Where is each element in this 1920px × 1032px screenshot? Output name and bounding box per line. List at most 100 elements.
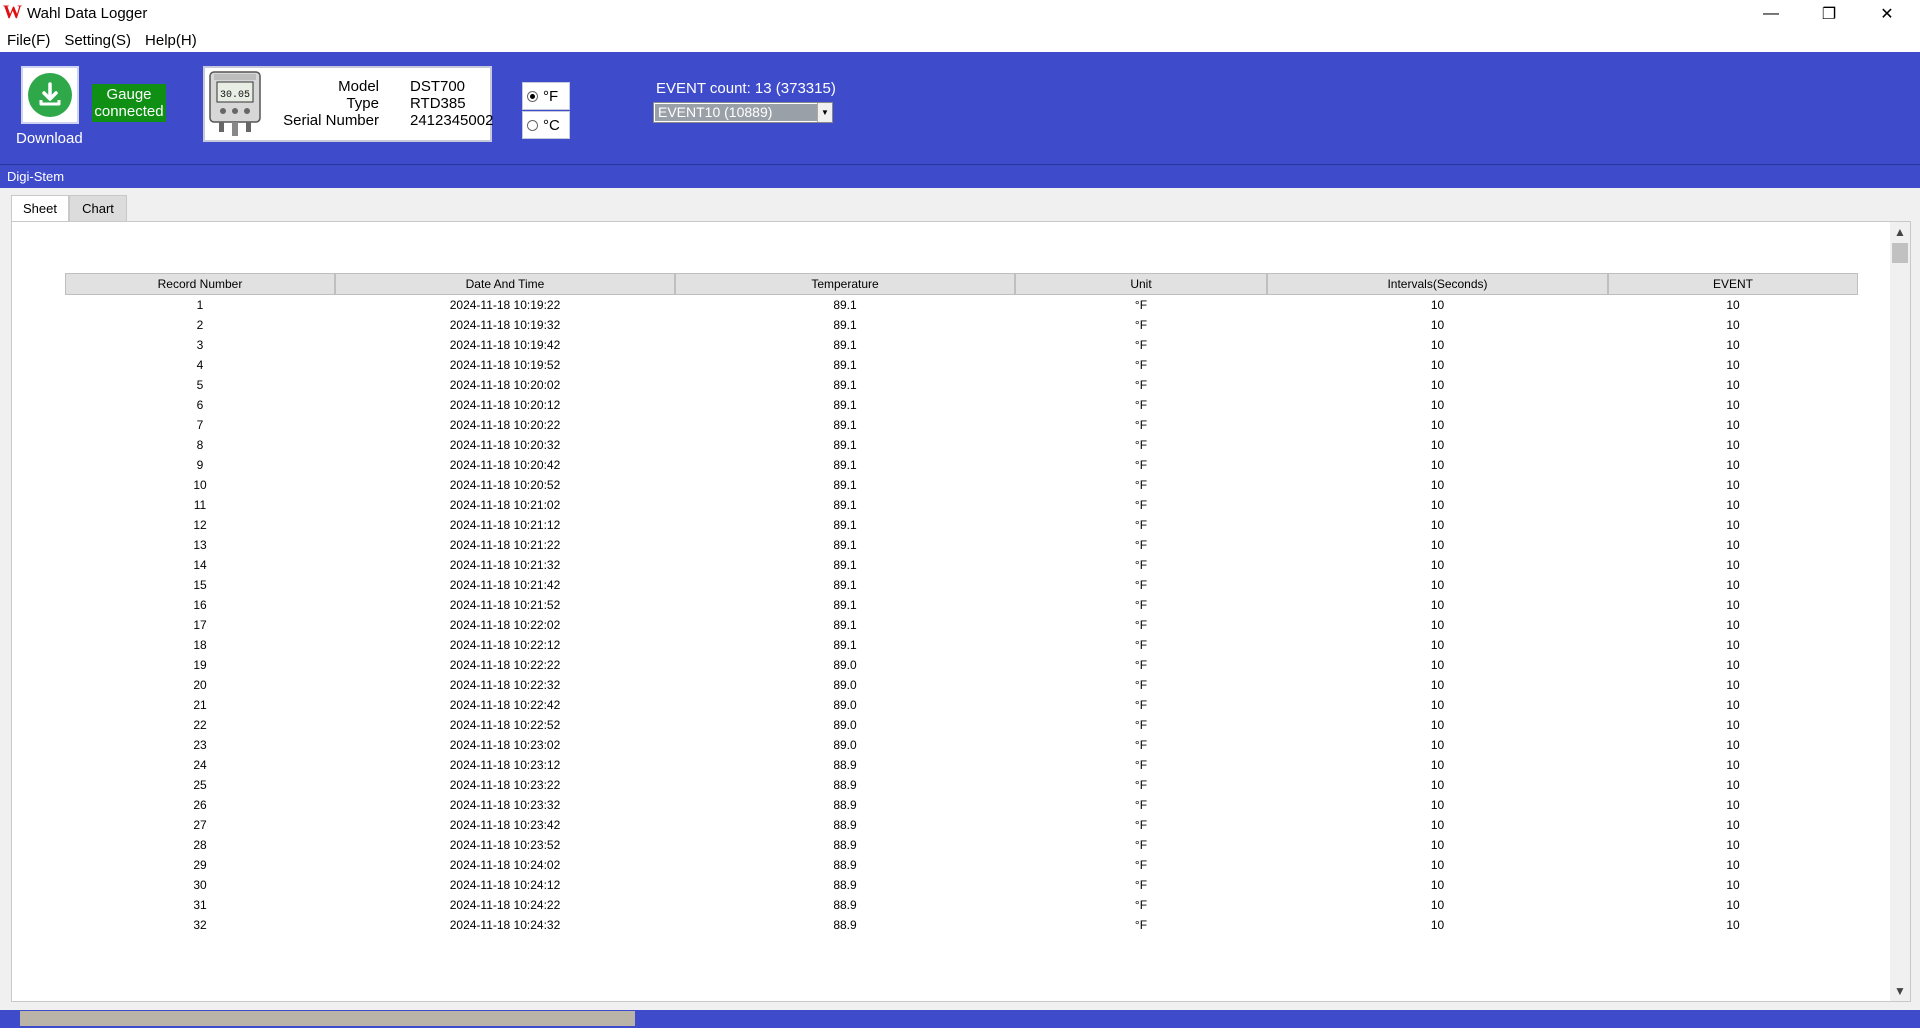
cell-event: 10 (1726, 658, 1740, 672)
table-row[interactable]: 24 2024-11-18 10:23:12 88.9 °F 10 10 (65, 755, 1858, 775)
cell-unit: °F (1134, 698, 1148, 712)
table-row[interactable]: 1 2024-11-18 10:19:22 89.1 °F 10 10 (65, 295, 1858, 315)
cell-unit: °F (1134, 378, 1148, 392)
table-row[interactable]: 14 2024-11-18 10:21:32 89.1 °F 10 10 (65, 555, 1858, 575)
table-row[interactable]: 17 2024-11-18 10:22:02 89.1 °F 10 10 (65, 615, 1858, 635)
toolbar: Download Gauge connected 30.05 Model DST… (0, 52, 1920, 165)
scroll-down-icon[interactable]: ▼ (1890, 981, 1910, 1001)
window-title: Wahl Data Logger (27, 5, 148, 22)
cell-event: 10 (1726, 718, 1740, 732)
cell-unit: °F (1134, 418, 1148, 432)
table-row[interactable]: 20 2024-11-18 10:22:32 89.0 °F 10 10 (65, 675, 1858, 695)
chevron-down-icon[interactable]: ▼ (817, 103, 832, 122)
close-button[interactable]: ✕ (1858, 0, 1916, 28)
table-row[interactable]: 22 2024-11-18 10:22:52 89.0 °F 10 10 (65, 715, 1858, 735)
cell-unit: °F (1134, 598, 1148, 612)
table-row[interactable]: 28 2024-11-18 10:23:52 88.9 °F 10 10 (65, 835, 1858, 855)
table-row[interactable]: 10 2024-11-18 10:20:52 89.1 °F 10 10 (65, 475, 1858, 495)
gauge-status-line2: connected (94, 103, 164, 120)
column-header-date-time[interactable]: Date And Time (335, 273, 675, 295)
cell-unit: °F (1134, 398, 1148, 412)
cell-interval: 10 (1430, 358, 1445, 372)
unit-fahrenheit-radio[interactable]: °F (522, 82, 570, 110)
table-row[interactable]: 18 2024-11-18 10:22:12 89.1 °F 10 10 (65, 635, 1858, 655)
cell-interval: 10 (1430, 538, 1445, 552)
table-row[interactable]: 2 2024-11-18 10:19:32 89.1 °F 10 10 (65, 315, 1858, 335)
column-header-event[interactable]: EVENT (1608, 273, 1858, 295)
minimize-button[interactable]: — (1742, 0, 1800, 28)
menu-setting[interactable]: Setting(S) (57, 28, 138, 52)
column-header-unit[interactable]: Unit (1015, 273, 1267, 295)
cell-unit: °F (1134, 898, 1148, 912)
cell-temperature: 89.1 (833, 478, 857, 492)
cell-record-number: 29 (193, 858, 207, 872)
table-row[interactable]: 3 2024-11-18 10:19:42 89.1 °F 10 10 (65, 335, 1858, 355)
download-button[interactable] (21, 66, 79, 124)
cell-interval: 10 (1430, 378, 1445, 392)
cell-temperature: 88.9 (833, 858, 857, 872)
tab-chart[interactable]: Chart (69, 195, 127, 221)
table-row[interactable]: 11 2024-11-18 10:21:02 89.1 °F 10 10 (65, 495, 1858, 515)
cell-interval: 10 (1430, 578, 1445, 592)
column-header-intervals[interactable]: Intervals(Seconds) (1267, 273, 1608, 295)
unit-fahrenheit-label: °F (543, 87, 559, 105)
table-row[interactable]: 32 2024-11-18 10:24:32 88.9 °F 10 10 (65, 915, 1858, 935)
horizontal-scrollbar[interactable] (0, 1010, 1920, 1028)
cell-interval: 10 (1430, 298, 1445, 312)
cell-record-number: 13 (193, 538, 207, 552)
cell-record-number: 24 (193, 758, 207, 772)
vertical-scrollbar[interactable]: ▲ ▼ (1890, 222, 1910, 1001)
table-row[interactable]: 12 2024-11-18 10:21:12 89.1 °F 10 10 (65, 515, 1858, 535)
cell-unit: °F (1134, 658, 1148, 672)
sheet-panel: Record Number Date And Time Temperature … (11, 221, 1911, 1002)
table-row[interactable]: 6 2024-11-18 10:20:12 89.1 °F 10 10 (65, 395, 1858, 415)
cell-date-time: 2024-11-18 10:24:02 (449, 858, 561, 872)
maximize-button[interactable]: ❐ (1800, 0, 1858, 28)
table-row[interactable]: 16 2024-11-18 10:21:52 89.1 °F 10 10 (65, 595, 1858, 615)
table-row[interactable]: 5 2024-11-18 10:20:02 89.1 °F 10 10 (65, 375, 1858, 395)
table-row[interactable]: 26 2024-11-18 10:23:32 88.9 °F 10 10 (65, 795, 1858, 815)
table-row[interactable]: 7 2024-11-18 10:20:22 89.1 °F 10 10 (65, 415, 1858, 435)
table-row[interactable]: 21 2024-11-18 10:22:42 89.0 °F 10 10 (65, 695, 1858, 715)
cell-record-number: 6 (196, 398, 204, 412)
vertical-scroll-thumb[interactable] (1892, 243, 1908, 263)
cell-record-number: 32 (193, 918, 207, 932)
horizontal-scroll-track[interactable] (12, 1011, 1912, 1026)
cell-interval: 10 (1430, 658, 1445, 672)
cell-unit: °F (1134, 298, 1148, 312)
cell-temperature: 88.9 (833, 778, 857, 792)
event-select-dropdown[interactable]: EVENT10 (10889) ▼ (653, 102, 833, 123)
table-row[interactable]: 4 2024-11-18 10:19:52 89.1 °F 10 10 (65, 355, 1858, 375)
table-row[interactable]: 9 2024-11-18 10:20:42 89.1 °F 10 10 (65, 455, 1858, 475)
column-header-temperature[interactable]: Temperature (675, 273, 1015, 295)
cell-date-time: 2024-11-18 10:20:42 (449, 458, 561, 472)
table-row[interactable]: 27 2024-11-18 10:23:42 88.9 °F 10 10 (65, 815, 1858, 835)
scroll-up-icon[interactable]: ▲ (1890, 222, 1910, 242)
event-count-text: EVENT count: 13 (373315) (656, 80, 836, 97)
cell-temperature: 89.1 (833, 518, 857, 532)
column-header-record-number[interactable]: Record Number (65, 273, 335, 295)
table-row[interactable]: 25 2024-11-18 10:23:22 88.9 °F 10 10 (65, 775, 1858, 795)
table-row[interactable]: 23 2024-11-18 10:23:02 89.0 °F 10 10 (65, 735, 1858, 755)
cell-temperature: 88.9 (833, 898, 857, 912)
cell-unit: °F (1134, 778, 1148, 792)
table-row[interactable]: 30 2024-11-18 10:24:12 88.9 °F 10 10 (65, 875, 1858, 895)
horizontal-scroll-thumb[interactable] (20, 1011, 635, 1026)
table-row[interactable]: 15 2024-11-18 10:21:42 89.1 °F 10 10 (65, 575, 1858, 595)
cell-interval: 10 (1430, 498, 1445, 512)
cell-event: 10 (1726, 698, 1740, 712)
cell-unit: °F (1134, 498, 1148, 512)
menu-file[interactable]: File(F) (0, 28, 57, 52)
cell-event: 10 (1726, 858, 1740, 872)
table-row[interactable]: 8 2024-11-18 10:20:32 89.1 °F 10 10 (65, 435, 1858, 455)
table-row[interactable]: 19 2024-11-18 10:22:22 89.0 °F 10 10 (65, 655, 1858, 675)
table-row[interactable]: 29 2024-11-18 10:24:02 88.9 °F 10 10 (65, 855, 1858, 875)
table-row[interactable]: 13 2024-11-18 10:21:22 89.1 °F 10 10 (65, 535, 1858, 555)
cell-unit: °F (1134, 858, 1148, 872)
cell-record-number: 22 (193, 718, 207, 732)
tab-sheet[interactable]: Sheet (11, 195, 69, 221)
cell-temperature: 89.0 (833, 698, 857, 712)
table-row[interactable]: 31 2024-11-18 10:24:22 88.9 °F 10 10 (65, 895, 1858, 915)
menu-help[interactable]: Help(H) (138, 28, 204, 52)
unit-celsius-radio[interactable]: °C (522, 111, 570, 139)
